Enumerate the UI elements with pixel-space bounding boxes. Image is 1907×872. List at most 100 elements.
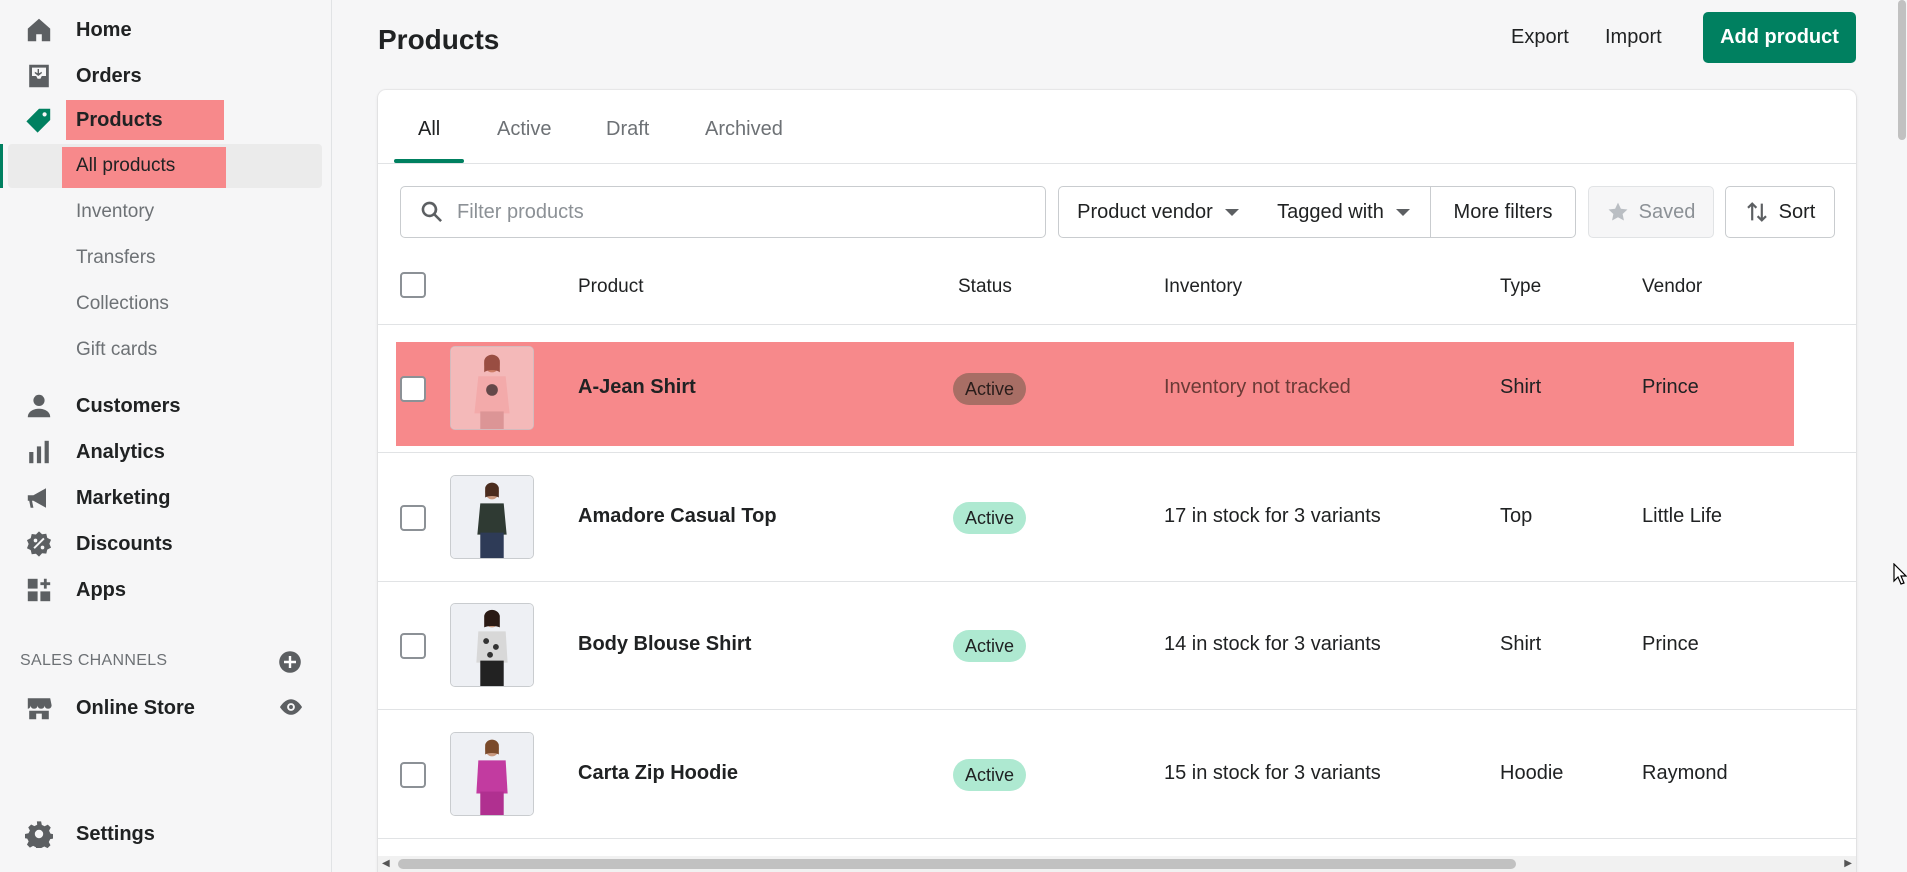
product-type: Shirt <box>1500 633 1542 655</box>
tagged-with-filter[interactable]: Tagged with <box>1257 186 1431 238</box>
sidebar-subitem-label: Collections <box>76 293 169 314</box>
row-divider <box>378 581 1856 582</box>
product-name[interactable]: Body Blouse Shirt <box>578 633 751 656</box>
tab-draft[interactable]: Draft <box>606 118 649 141</box>
sidebar-item-label: Customers <box>76 394 181 417</box>
import-button[interactable]: Import <box>1605 26 1662 49</box>
tab-archived[interactable]: Archived <box>705 118 783 141</box>
status-badge: Active <box>953 630 1027 662</box>
row-divider <box>378 452 1856 453</box>
tab-all[interactable]: All <box>418 118 440 141</box>
tagged-with-label: Tagged with <box>1277 200 1384 223</box>
product-vendor-filter[interactable]: Product vendor <box>1058 186 1258 238</box>
product-name[interactable]: Carta Zip Hoodie <box>578 762 738 785</box>
product-image-icon <box>451 347 533 429</box>
apps-icon <box>24 575 54 605</box>
person-icon <box>24 391 54 421</box>
row-divider <box>378 324 1856 325</box>
chevron-down-icon <box>1224 208 1239 216</box>
select-all-checkbox[interactable] <box>400 272 426 298</box>
sidebar-item-label: Orders <box>76 64 142 87</box>
sidebar-subitem-inventory[interactable]: Inventory <box>62 190 154 234</box>
tab-active[interactable]: Active <box>497 118 551 141</box>
vertical-scrollbar[interactable] <box>1897 0 1907 872</box>
filter-search-field[interactable] <box>400 186 1046 238</box>
status-badge: Active <box>953 759 1027 791</box>
sort-button[interactable]: Sort <box>1725 186 1835 238</box>
mouse-cursor-icon <box>1893 563 1907 585</box>
sales-channels-heading: SALES CHANNELS <box>20 652 168 669</box>
row-checkbox[interactable] <box>400 376 426 402</box>
product-type: Shirt <box>1500 376 1542 398</box>
sidebar-subitem-all-products[interactable]: All products <box>62 144 175 188</box>
chevron-down-icon <box>1395 208 1410 216</box>
sidebar-item-products[interactable]: Products <box>0 100 330 140</box>
sidebar-item-customers[interactable]: Customers <box>0 386 330 426</box>
sidebar-item-label: Online Store <box>76 696 195 719</box>
product-thumbnail <box>450 475 534 559</box>
scroll-left-arrow-icon[interactable]: ◀ <box>382 858 390 869</box>
sidebar-item-home[interactable]: Home <box>0 10 330 50</box>
search-icon <box>421 201 443 223</box>
filter-search-input[interactable] <box>457 200 1017 224</box>
sidebar-item-discounts[interactable]: Discounts <box>0 524 330 564</box>
product-vendor-label: Product vendor <box>1077 200 1213 223</box>
sidebar-item-label: Discounts <box>76 532 173 555</box>
saved-button[interactable]: Saved <box>1588 186 1714 238</box>
inventory-status: Inventory not tracked <box>1164 376 1351 398</box>
sidebar-item-apps[interactable]: Apps <box>0 570 330 610</box>
product-name[interactable]: A-Jean Shirt <box>578 376 696 399</box>
add-sales-channel-icon[interactable] <box>278 650 302 674</box>
saved-label: Saved <box>1638 200 1696 223</box>
product-image-icon <box>451 733 533 815</box>
product-type: Top <box>1500 505 1533 527</box>
sidebar-item-orders[interactable]: Orders <box>0 56 330 96</box>
product-image-icon <box>451 604 533 686</box>
sidebar-subitem-label: Transfers <box>76 247 156 268</box>
more-filters-button[interactable]: More filters <box>1431 186 1576 238</box>
sidebar-item-label: Home <box>76 18 132 41</box>
horizontal-scrollbar[interactable]: ◀ ▶ <box>378 856 1856 872</box>
product-vendor: Raymond <box>1642 762 1728 784</box>
page-title: Products <box>378 24 500 55</box>
sort-arrows-icon <box>1746 202 1767 222</box>
row-checkbox[interactable] <box>400 762 426 788</box>
orders-icon <box>24 61 54 91</box>
inventory-status: 14 in stock for 3 variants <box>1164 633 1381 655</box>
sidebar-item-label: Settings <box>76 822 155 845</box>
eye-icon[interactable] <box>278 694 304 720</box>
sidebar-subitem-transfers[interactable]: Transfers <box>62 236 156 280</box>
add-product-button[interactable]: Add product <box>1703 12 1856 63</box>
sidebar-subitem-label: Inventory <box>76 201 155 222</box>
product-name[interactable]: Amadore Casual Top <box>578 505 777 528</box>
sidebar-item-marketing[interactable]: Marketing <box>0 478 330 518</box>
row-checkbox[interactable] <box>400 505 426 531</box>
sidebar-item-analytics[interactable]: Analytics <box>0 432 330 472</box>
vertical-scroll-thumb[interactable] <box>1898 0 1906 140</box>
product-thumbnail <box>450 346 534 430</box>
sidebar-item-settings[interactable]: Settings <box>0 814 330 854</box>
active-indicator <box>0 144 3 188</box>
megaphone-icon <box>24 483 54 513</box>
sort-label: Sort <box>1778 200 1816 223</box>
discount-icon <box>24 529 54 559</box>
export-button[interactable]: Export <box>1511 26 1569 49</box>
product-vendor: Little Life <box>1642 505 1723 527</box>
sidebar-item-label: Apps <box>76 578 126 601</box>
tab-underline <box>394 159 464 163</box>
sidebar-subitem-collections[interactable]: Collections <box>62 282 169 326</box>
product-type: Hoodie <box>1500 762 1564 784</box>
product-image-icon <box>451 476 533 558</box>
scroll-right-arrow-icon[interactable]: ▶ <box>1844 858 1852 869</box>
row-checkbox[interactable] <box>400 633 426 659</box>
sidebar-subitem-gift-cards[interactable]: Gift cards <box>62 328 157 372</box>
sidebar: Home Orders Products All products Invent… <box>0 0 332 872</box>
product-vendor: Prince <box>1642 633 1699 655</box>
bar-chart-icon <box>24 437 54 467</box>
sidebar-item-label: Products <box>76 108 163 131</box>
sidebar-item-label: Marketing <box>76 486 171 509</box>
product-thumbnail <box>450 603 534 687</box>
product-vendor: Prince <box>1642 376 1699 398</box>
products-card: All Active Draft Archived Product vendor… <box>378 90 1856 872</box>
horizontal-scroll-thumb[interactable] <box>398 859 1516 869</box>
